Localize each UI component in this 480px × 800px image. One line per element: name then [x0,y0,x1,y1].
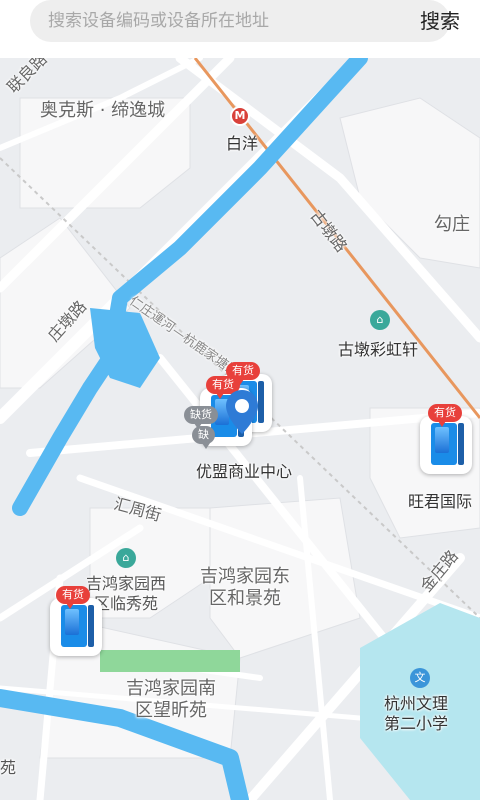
badge-in-stock: 有货 [428,404,462,427]
device-card [420,416,472,474]
badge-in-stock: 有货 [56,586,90,609]
search-input[interactable] [48,0,368,42]
school-icon: 文 [410,668,430,688]
building-icon: ⌂ [116,548,136,568]
building-icon: ⌂ [370,310,390,330]
area-label-aokesi: 奥克斯 · 缔逸城 [40,100,166,121]
area-label-bottom-left: 苑 [0,758,17,777]
location-pin-icon [226,390,258,434]
device-marker[interactable]: 有货 [420,404,476,474]
poi-label-youmeng: 优盟商业中心 [196,462,293,481]
metro-icon: M [230,106,250,126]
badge-out-of-stock: 缺货 [184,406,218,429]
map-view[interactable]: 联良路 奥克斯 · 缔逸城 M 白洋 古墩路 勾庄 庄墩路 仁庄運河—杭鹿家塘路… [0,49,480,800]
device-card [50,598,102,656]
poi-label-gudun-rainbow: 古墩彩虹轩 [338,340,419,359]
metro-label-baiyang: 白洋 [226,134,259,153]
poi-label-wenli-school: 杭州文理 第二小学 [384,694,449,733]
badge-out-of-stock: 缺 [192,426,215,449]
area-label-jihong-south: 吉鸿家园南 区望昕苑 [126,678,216,721]
area-label-gouzhuang: 勾庄 [434,214,470,235]
area-label-jihong-east: 吉鸿家园东 区和景苑 [200,566,290,609]
device-marker[interactable]: 有货 [50,586,106,656]
poi-label-wangjun: 旺君国际 [408,492,473,511]
search-button[interactable]: 搜索 [412,0,468,42]
search-box [30,0,450,42]
search-bar: 搜索 [0,0,480,58]
